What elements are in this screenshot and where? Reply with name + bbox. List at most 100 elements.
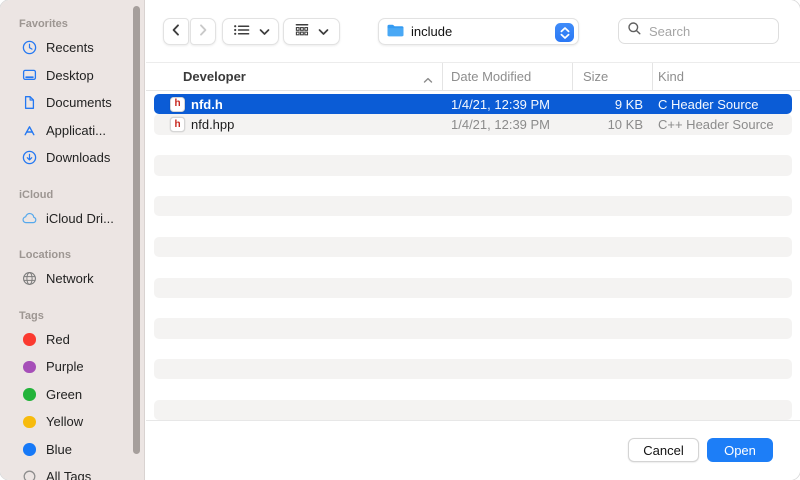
empty-row (154, 155, 792, 175)
sidebar-item-desktop[interactable]: Desktop (0, 62, 144, 90)
chevron-right-icon (196, 22, 210, 41)
all-tags-icon (20, 468, 39, 480)
download-circle-icon (20, 149, 39, 166)
column-header-label: Kind (658, 69, 684, 84)
sidebar-item-label: Desktop (46, 68, 94, 83)
empty-row (154, 257, 792, 277)
tag-red-icon (20, 333, 39, 346)
sidebar-section-locations: Locations Network (0, 248, 144, 293)
sidebar-item-label: Recents (46, 40, 94, 55)
toolbar: include (146, 0, 800, 62)
sidebar-item-label: Applicati... (46, 123, 106, 138)
sidebar-item-tag-green[interactable]: Green (0, 381, 144, 409)
sidebar-item-label: Downloads (46, 150, 110, 165)
file-name: nfd.hpp (191, 117, 234, 132)
tag-yellow-icon (20, 416, 39, 429)
sidebar-item-downloads[interactable]: Downloads (0, 144, 144, 172)
sort-ascending-icon (422, 73, 434, 88)
empty-row (154, 237, 792, 257)
empty-row (154, 278, 792, 298)
sidebar-item-applications[interactable]: Applicati... (0, 117, 144, 145)
empty-row (154, 318, 792, 338)
empty-row (154, 298, 792, 318)
sidebar-item-tag-blue[interactable]: Blue (0, 436, 144, 464)
search-icon (627, 21, 642, 41)
column-header-kind[interactable]: Kind (652, 63, 800, 90)
sidebar-item-label: Documents (46, 95, 112, 110)
sidebar-item-all-tags[interactable]: All Tags (0, 463, 144, 480)
empty-row (154, 135, 792, 155)
sidebar-item-tag-yellow[interactable]: Yellow (0, 408, 144, 436)
file-size: 9 KB (572, 97, 652, 112)
sidebar-section-icloud: iCloud iCloud Dri... (0, 188, 144, 233)
file-name-cell: h nfd.h (154, 97, 442, 112)
column-header-date-modified[interactable]: Date Modified (442, 63, 572, 90)
section-heading: iCloud (19, 188, 144, 202)
open-button[interactable]: Open (707, 438, 773, 462)
section-heading: Favorites (19, 17, 144, 31)
chevron-left-icon (169, 22, 183, 41)
sidebar-item-label: Blue (46, 442, 72, 457)
document-icon (20, 94, 39, 111)
sidebar-item-tag-purple[interactable]: Purple (0, 353, 144, 381)
tag-blue-icon (20, 443, 39, 456)
cpp-header-file-icon: h (170, 117, 185, 132)
desktop-icon (20, 67, 39, 84)
forward-button (190, 18, 216, 45)
file-kind: C++ Header Source (652, 117, 792, 132)
globe-icon (20, 270, 39, 287)
sidebar-item-label: iCloud Dri... (46, 211, 114, 226)
sidebar-item-label: Purple (46, 359, 84, 374)
section-heading: Locations (19, 248, 144, 262)
chevron-down-icon (318, 24, 329, 39)
sidebar-item-label: Red (46, 332, 70, 347)
folder-icon (386, 23, 405, 41)
tag-green-icon (20, 388, 39, 401)
file-list-rows: h nfd.h 1/4/21, 12:39 PM 9 KB C Header S… (154, 94, 792, 420)
file-date: 1/4/21, 12:39 PM (442, 117, 572, 132)
sidebar-item-label: All Tags (46, 469, 91, 480)
sidebar-section-tags: Tags Red Purple Green Yellow Blue (0, 309, 144, 480)
column-header-label: Size (583, 69, 608, 84)
empty-row (154, 400, 792, 420)
column-header-name[interactable]: Developer (146, 63, 442, 90)
column-header-label: Developer (183, 69, 246, 84)
empty-row (154, 196, 792, 216)
sidebar-item-tag-red[interactable]: Red (0, 326, 144, 354)
group-view-button[interactable] (283, 18, 340, 45)
file-kind: C Header Source (652, 97, 792, 112)
group-view-icon (294, 22, 310, 41)
popup-stepper-icon (555, 23, 574, 42)
sidebar-item-network[interactable]: Network (0, 265, 144, 293)
tag-purple-icon (20, 361, 39, 374)
current-folder-label: include (411, 24, 452, 39)
back-button[interactable] (163, 18, 189, 45)
file-row-nfd-h[interactable]: h nfd.h 1/4/21, 12:39 PM 9 KB C Header S… (154, 94, 792, 114)
search-field[interactable] (618, 18, 779, 44)
appstore-icon (20, 122, 39, 139)
search-input[interactable] (647, 23, 770, 40)
sidebar-item-label: Green (46, 387, 82, 402)
empty-row (154, 339, 792, 359)
file-row-nfd-hpp[interactable]: h nfd.hpp 1/4/21, 12:39 PM 10 KB C++ Hea… (154, 114, 792, 134)
cancel-button[interactable]: Cancel (628, 438, 699, 462)
cloud-icon (20, 211, 39, 226)
folder-popup-button[interactable]: include (378, 18, 579, 45)
section-heading: Tags (19, 309, 144, 323)
file-name: nfd.h (191, 97, 223, 112)
empty-row (154, 379, 792, 399)
sidebar-item-documents[interactable]: Documents (0, 89, 144, 117)
empty-row (154, 359, 792, 379)
file-size: 10 KB (572, 117, 652, 132)
sidebar-scrollbar[interactable] (133, 6, 140, 454)
sidebar-item-recents[interactable]: Recents (0, 34, 144, 62)
sidebar-item-icloud-drive[interactable]: iCloud Dri... (0, 205, 144, 233)
sidebar-section-favorites: Favorites Recents Desktop Documents (0, 17, 144, 172)
sidebar-item-label: Network (46, 271, 94, 286)
column-header-size[interactable]: Size (572, 63, 652, 90)
dialog-content: include Developer Date Modified (146, 0, 800, 480)
sidebar-item-label: Yellow (46, 414, 83, 429)
open-file-dialog: Favorites Recents Desktop Documents (0, 0, 800, 480)
list-view-button[interactable] (222, 18, 279, 45)
column-headers: Developer Date Modified Size Kind (146, 62, 800, 91)
